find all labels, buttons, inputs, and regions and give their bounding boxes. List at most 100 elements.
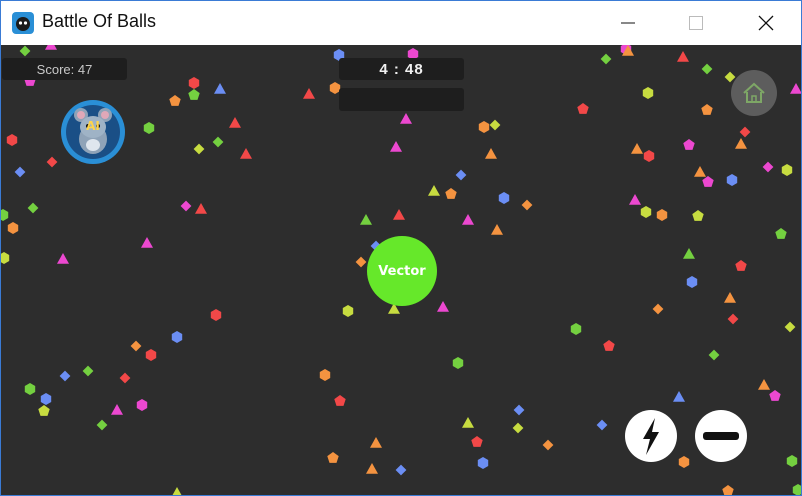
food-pellet [7, 222, 19, 234]
food-pellet [395, 464, 407, 476]
food-pellet [521, 199, 533, 211]
minimize-button[interactable] [605, 1, 651, 45]
food-pellet [169, 95, 181, 106]
title-bar: Battle Of Balls [1, 1, 801, 45]
food-pellet [6, 134, 18, 146]
food-pellet [603, 340, 615, 351]
maximize-button[interactable] [673, 1, 719, 45]
food-pellet [701, 63, 713, 75]
food-pellet [471, 436, 483, 447]
food-pellet [694, 166, 706, 177]
food-pellet [24, 383, 36, 395]
player-ball[interactable]: Vector [367, 236, 437, 306]
food-pellet [477, 457, 489, 469]
food-pellet [111, 404, 123, 415]
food-pellet [40, 393, 52, 405]
food-pellet [724, 292, 736, 303]
food-pellet [642, 87, 654, 99]
food-pellet [145, 349, 157, 361]
food-pellet [130, 340, 142, 352]
split-button[interactable] [625, 410, 677, 462]
food-pellet [303, 88, 315, 99]
eject-button[interactable] [695, 410, 747, 462]
food-pellet [652, 303, 664, 315]
food-pellet [784, 321, 796, 333]
food-pellet [542, 439, 554, 451]
food-pellet [485, 148, 497, 159]
food-pellet [14, 166, 26, 178]
food-pellet [478, 121, 490, 133]
food-pellet [334, 395, 346, 406]
game-window: Battle Of Balls Score: 47 4 : 48 AI Vect… [0, 0, 802, 496]
food-pellet [758, 379, 770, 390]
food-pellet [195, 203, 207, 214]
food-pellet [180, 200, 192, 212]
food-pellet [19, 45, 31, 57]
food-pellet [722, 485, 734, 495]
food-pellet [489, 119, 501, 131]
hud-empty-panel [339, 88, 464, 111]
food-pellet [171, 331, 183, 343]
close-icon [758, 15, 774, 31]
food-pellet [786, 455, 798, 467]
timer-display: 4 : 48 [339, 58, 464, 80]
food-pellet [393, 209, 405, 220]
food-pellet [726, 174, 738, 186]
food-pellet [240, 148, 252, 159]
app-icon [12, 12, 34, 34]
home-button[interactable] [731, 70, 777, 116]
close-button[interactable] [743, 1, 789, 45]
food-pellet [327, 452, 339, 463]
food-pellet [762, 161, 774, 173]
food-pellet [656, 209, 668, 221]
food-pellet [38, 405, 50, 416]
food-pellet [673, 391, 685, 402]
food-pellet [136, 399, 148, 411]
food-pellet [59, 370, 71, 382]
food-pellet [400, 113, 412, 124]
food-pellet [212, 136, 224, 148]
food-pellet [769, 390, 781, 401]
food-pellet [686, 276, 698, 288]
food-pellet [342, 305, 354, 317]
food-pellet [143, 122, 155, 134]
food-pellet [214, 83, 226, 94]
food-pellet [790, 83, 801, 94]
food-pellet [96, 419, 108, 431]
food-pellet [188, 89, 200, 100]
food-pellet [775, 228, 787, 239]
food-pellet [596, 419, 608, 431]
food-pellet [792, 484, 801, 495]
window-title: Battle Of Balls [42, 11, 157, 31]
food-pellet [390, 141, 402, 152]
food-pellet [727, 313, 739, 325]
food-pellet [570, 323, 582, 335]
food-pellet [27, 202, 39, 214]
food-pellet [643, 150, 655, 162]
food-pellet [708, 349, 720, 361]
food-pellet [355, 256, 367, 268]
food-pellet [735, 260, 747, 271]
food-pellet [141, 237, 153, 248]
food-pellet [172, 487, 182, 495]
food-pellet [188, 77, 200, 89]
food-pellet [678, 456, 690, 468]
food-pellet [229, 117, 241, 128]
ai-player-ball: AI [60, 99, 126, 165]
game-arena[interactable]: Score: 47 4 : 48 AI Vector [1, 45, 801, 495]
food-pellet [631, 143, 643, 154]
food-pellet [683, 139, 695, 150]
food-pellet [702, 176, 714, 187]
food-pellet [57, 253, 69, 264]
food-pellet [428, 185, 440, 196]
food-pellet [692, 210, 704, 221]
food-pellet [210, 309, 222, 321]
food-pellet [370, 437, 382, 448]
food-pellet [119, 372, 131, 384]
food-pellet [600, 53, 612, 65]
food-pellet [1, 209, 9, 221]
score-display: Score: 47 [2, 58, 127, 80]
food-pellet [445, 188, 457, 199]
food-pellet [82, 365, 94, 377]
food-pellet [491, 224, 503, 235]
